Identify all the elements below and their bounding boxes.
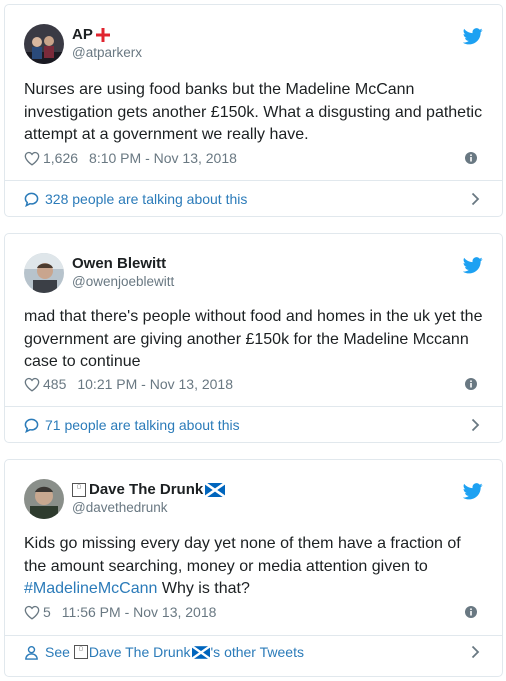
timestamp[interactable]: 8:10 PM - Nov 13, 2018: [89, 150, 237, 166]
divider: [5, 635, 502, 636]
avatar[interactable]: [24, 253, 64, 293]
conversation-link-label: 71 people are talking about this: [45, 417, 240, 433]
chevron-right-icon: [471, 192, 480, 206]
like-count: 5: [43, 604, 51, 620]
tweet-meta: 485 10:21 PM - Nov 13, 2018: [24, 374, 483, 394]
timestamp[interactable]: 10:21 PM - Nov 13, 2018: [77, 376, 233, 392]
hashtag-link[interactable]: #MadelineMcCann: [24, 580, 157, 597]
like-count: 485: [43, 376, 67, 392]
heart-icon[interactable]: [24, 605, 40, 620]
info-icon[interactable]: [465, 152, 477, 164]
display-name[interactable]: ▢ Dave The Drunk: [72, 481, 226, 499]
unknown-emoji-icon: ▢: [73, 645, 88, 659]
england-flag-icon: [95, 28, 110, 42]
chevron-right-icon: [471, 418, 480, 432]
user-names: ▢ Dave The Drunk @davethedrunk: [72, 481, 226, 516]
tweet-text: Nurses are using food banks but the Made…: [24, 81, 483, 143]
like-count: 1,626: [43, 150, 79, 166]
user-names: AP @atparkerx: [72, 26, 142, 61]
tweet-card[interactable]: AP @atparkerx Nurses are using food bank…: [4, 4, 503, 217]
conversation-link[interactable]: 328 people are talking about this: [24, 189, 483, 209]
tweet-header: ▢ Dave The Drunk @davethedrunk: [24, 479, 483, 519]
twitter-bird-icon[interactable]: [463, 28, 483, 45]
display-name[interactable]: AP: [72, 26, 142, 44]
person-icon: [25, 645, 38, 660]
twitter-bird-icon[interactable]: [463, 483, 483, 500]
tweet-card[interactable]: ▢ Dave The Drunk @davethedrunk Kids go m…: [4, 459, 503, 677]
twitter-bird-icon[interactable]: [463, 257, 483, 274]
comment-bubble-icon: [24, 192, 39, 207]
conversation-link-label: 328 people are talking about this: [45, 191, 248, 207]
tweet-meta: 1,626 8:10 PM - Nov 13, 2018: [24, 148, 483, 168]
timestamp[interactable]: 11:56 PM - Nov 13, 2018: [62, 604, 217, 620]
user-handle[interactable]: @atparkerx: [72, 44, 142, 61]
comment-bubble-icon: [24, 418, 39, 433]
avatar[interactable]: [24, 24, 64, 64]
user-handle[interactable]: @davethedrunk: [72, 499, 225, 516]
tweet-text: Kids go missing every day yet none of th…: [24, 535, 461, 597]
user-handle[interactable]: @owenjoeblewitt: [72, 273, 174, 290]
tweet-text: mad that there's people without food and…: [24, 308, 483, 370]
other-tweets-link[interactable]: See ▢ Dave The Drunk 's other Tweets: [24, 642, 483, 662]
heart-icon[interactable]: [24, 377, 40, 392]
tweet-header: AP @atparkerx: [24, 24, 483, 64]
scotland-flag-icon: [191, 645, 210, 659]
display-name[interactable]: Owen Blewitt: [72, 255, 174, 273]
tweet-card[interactable]: Owen Blewitt @owenjoeblewitt mad that th…: [4, 233, 503, 443]
unknown-emoji-icon: ▢: [72, 483, 86, 497]
scotland-flag-icon: [205, 483, 226, 497]
user-names: Owen Blewitt @owenjoeblewitt: [72, 255, 174, 290]
chevron-right-icon: [471, 645, 480, 659]
conversation-link[interactable]: 71 people are talking about this: [24, 415, 483, 435]
tweet-meta: 5 11:56 PM - Nov 13, 2018: [24, 602, 483, 622]
divider: [5, 180, 502, 181]
info-icon[interactable]: [465, 378, 477, 390]
info-icon[interactable]: [465, 606, 477, 618]
tweet-header: Owen Blewitt @owenjoeblewitt: [24, 253, 483, 293]
avatar[interactable]: [24, 479, 64, 519]
heart-icon[interactable]: [24, 151, 40, 166]
divider: [5, 406, 502, 407]
